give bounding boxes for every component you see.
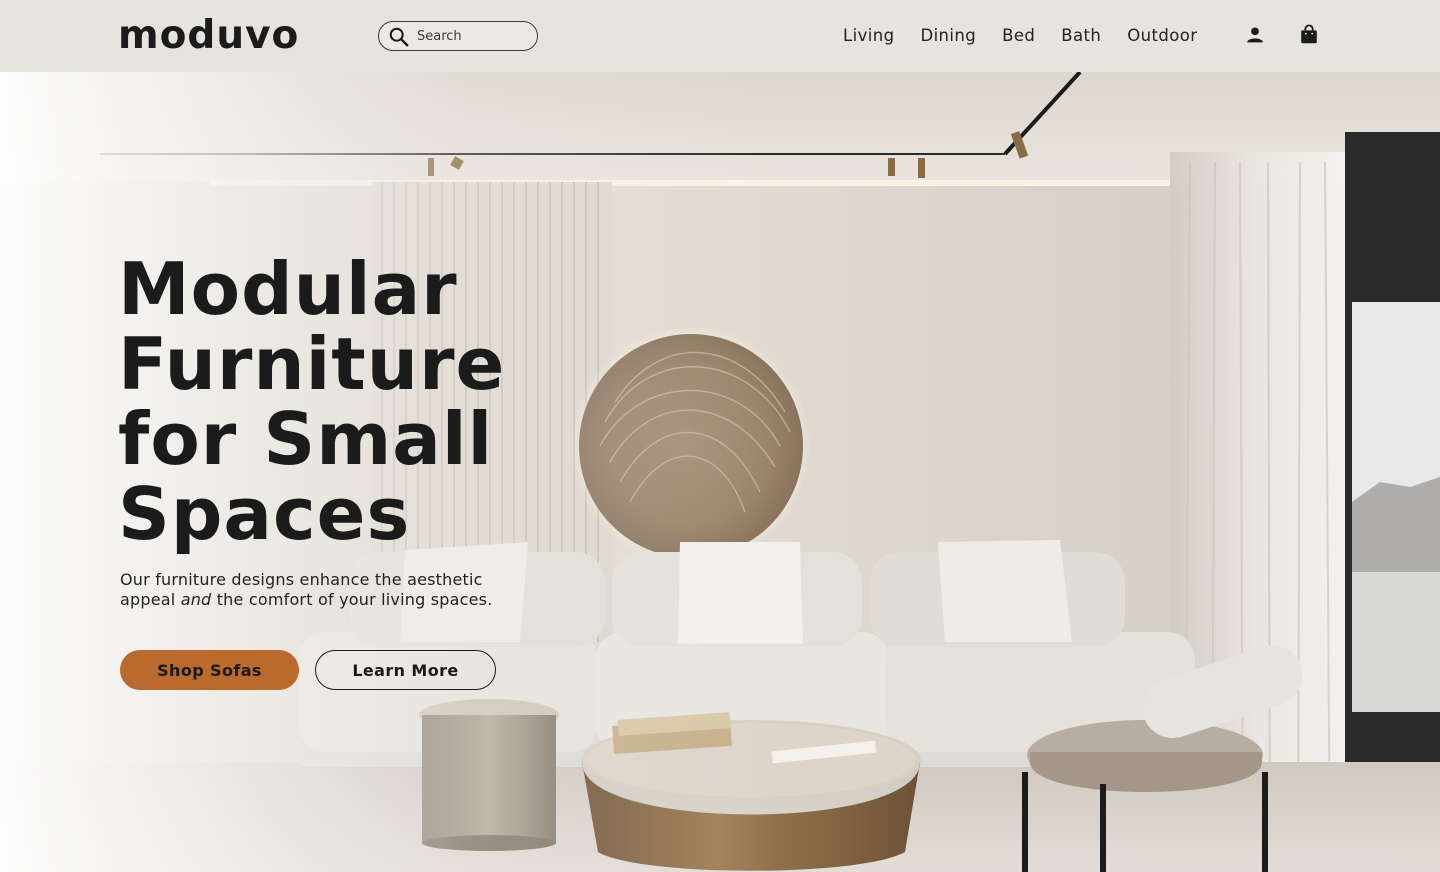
subtext-part: the comfort of your living spaces. bbox=[211, 590, 493, 609]
nav-item-dining[interactable]: Dining bbox=[920, 24, 976, 48]
subtext-emphasis: and bbox=[180, 590, 212, 609]
nav-item-bath[interactable]: Bath bbox=[1061, 24, 1101, 48]
headline-line: for Small bbox=[118, 397, 494, 481]
nav-item-living[interactable]: Living bbox=[843, 24, 894, 48]
search-bar[interactable] bbox=[378, 21, 538, 51]
shop-sofas-button[interactable]: Shop Sofas bbox=[120, 650, 299, 690]
learn-more-button[interactable]: Learn More bbox=[315, 650, 496, 690]
hero-headline: Modular Furniture for Small Spaces bbox=[118, 252, 638, 552]
search-icon[interactable] bbox=[388, 26, 410, 48]
brand-logo[interactable]: moduvo bbox=[118, 12, 299, 60]
shopping-bag-icon[interactable] bbox=[1298, 24, 1320, 46]
headline-line: Modular bbox=[118, 247, 458, 331]
main-nav: Living Dining Bed Bath Outdoor bbox=[843, 24, 1197, 48]
nav-item-bed[interactable]: Bed bbox=[1002, 24, 1035, 48]
nav-item-outdoor[interactable]: Outdoor bbox=[1127, 24, 1197, 48]
search-input[interactable] bbox=[417, 26, 531, 46]
headline-line: Furniture bbox=[118, 322, 506, 406]
site-header: moduvo Living Dining Bed Bath Outdoor bbox=[0, 0, 1440, 72]
headline-line: Spaces bbox=[118, 472, 411, 556]
hero-subtext: Our furniture designs enhance the aesthe… bbox=[120, 570, 540, 610]
account-icon[interactable] bbox=[1244, 24, 1266, 46]
